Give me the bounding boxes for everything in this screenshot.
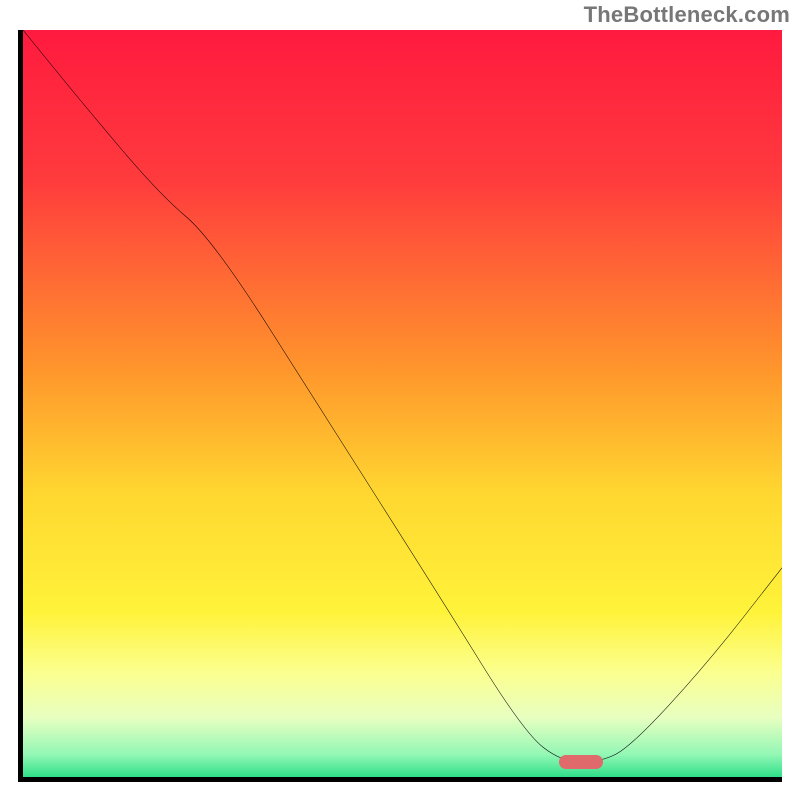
chart-container: TheBottleneck.com: [0, 0, 800, 800]
bottleneck-curve: [23, 30, 782, 777]
plot-area: [18, 30, 782, 782]
optimal-range-marker: [559, 755, 603, 769]
watermark-text: TheBottleneck.com: [584, 2, 790, 28]
